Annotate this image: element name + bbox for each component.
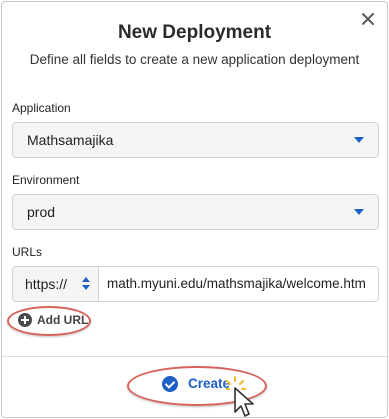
application-select[interactable]: Mathsamajika [12, 122, 379, 158]
protocol-value: https:// [25, 276, 68, 292]
plus-circle-icon [18, 313, 32, 327]
urls-label: URLs [12, 245, 43, 259]
url-value: math.myuni.edu/mathsmajika/welcome.htm [107, 276, 366, 291]
pointer-cursor-icon [226, 376, 254, 417]
add-url-label: Add URL [37, 313, 89, 327]
dialog-subtitle: Define all fields to create a new applic… [29, 52, 360, 67]
new-deployment-dialog: New Deployment Define all fields to crea… [1, 1, 388, 418]
stepper-icon [82, 277, 90, 291]
create-label: Create [188, 376, 231, 391]
application-label: Application [12, 101, 71, 115]
application-value: Mathsamajika [27, 132, 114, 148]
environment-value: prod [27, 204, 56, 220]
chevron-down-icon [354, 137, 364, 143]
protocol-select[interactable]: https:// [12, 266, 99, 302]
url-row: https:// math.myuni.edu/mathsmajika/welc… [12, 266, 379, 302]
environment-label: Environment [12, 173, 80, 187]
environment-select[interactable]: prod [12, 194, 379, 230]
chevron-down-icon [354, 209, 364, 215]
url-input[interactable]: math.myuni.edu/mathsmajika/welcome.htm [98, 266, 379, 302]
dialog-title: New Deployment [117, 22, 272, 43]
footer-divider [2, 356, 387, 357]
check-circle-icon [162, 376, 178, 392]
